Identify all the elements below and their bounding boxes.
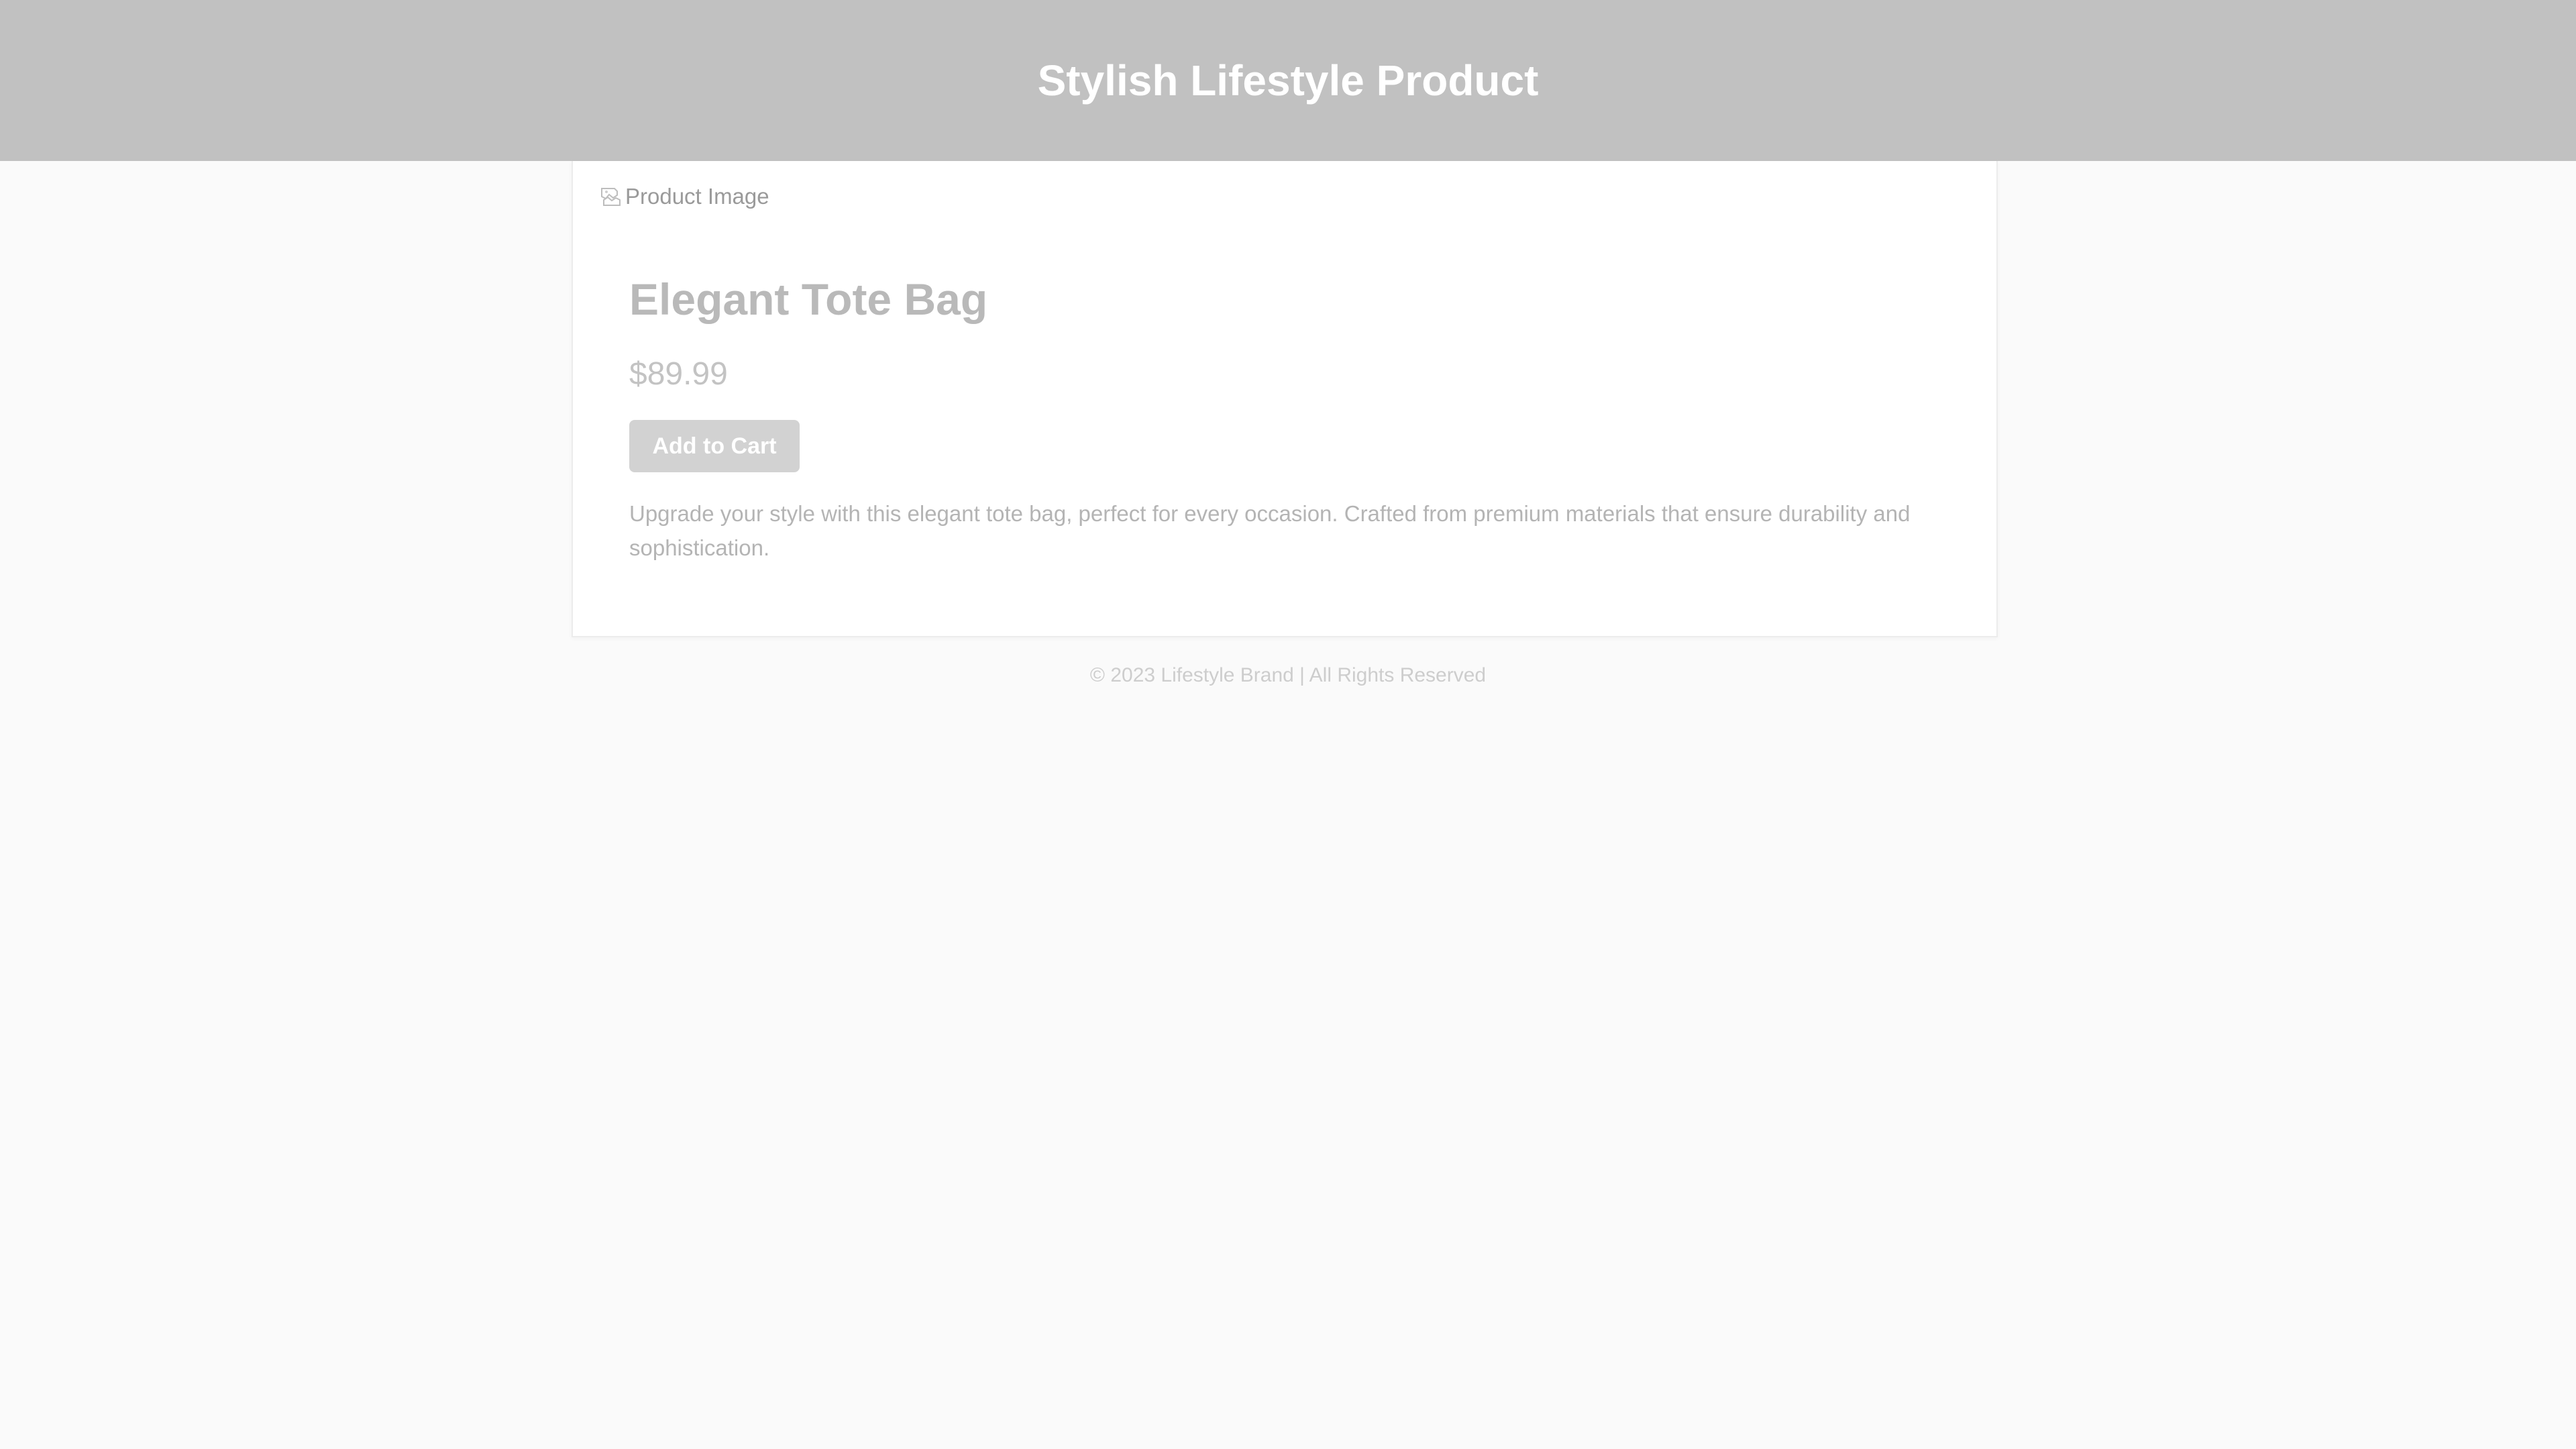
broken-image-icon xyxy=(600,185,623,208)
page-title: Stylish Lifestyle Product xyxy=(1037,56,1539,105)
product-image: Product Image xyxy=(600,184,769,209)
product-image-alt-text: Product Image xyxy=(625,184,769,209)
footer-copyright: © 2023 Lifestyle Brand | All Rights Rese… xyxy=(1089,664,1487,686)
page-header: Stylish Lifestyle Product xyxy=(0,0,2576,161)
product-card: Product Image Elegant Tote Bag $89.99 Ad… xyxy=(572,161,1998,637)
add-to-cart-button[interactable]: Add to Cart xyxy=(629,420,800,472)
product-description: Upgrade your style with this elegant tot… xyxy=(629,501,1911,560)
product-price: $89.99 xyxy=(629,356,728,392)
page-footer: © 2023 Lifestyle Brand | All Rights Rese… xyxy=(0,664,2576,687)
product-name: Elegant Tote Bag xyxy=(629,274,988,324)
